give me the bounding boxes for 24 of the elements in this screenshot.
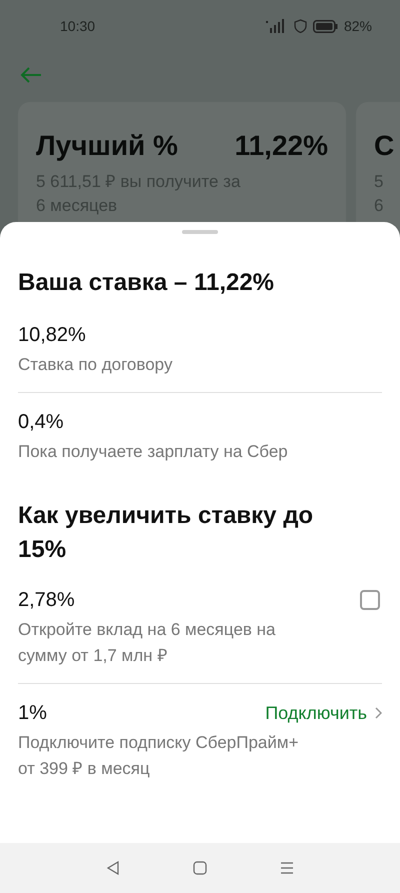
chevron-icon (375, 707, 382, 719)
rate-label: Пока получаете зарплату на Сбер (18, 441, 289, 463)
rate-value: 10,82% (18, 323, 87, 348)
connect-link[interactable]: Подключить (265, 702, 382, 724)
menu-icon[interactable] (280, 861, 294, 875)
clock: 10:30 (60, 18, 96, 34)
battery-icon (312, 20, 338, 32)
card-rate: 11,22% (234, 130, 328, 162)
home-icon[interactable] (192, 861, 207, 875)
option-label: Подключите подписку СберПрайм+ от 399 ₽ в месяц (18, 732, 300, 780)
back-icon[interactable] (106, 861, 120, 875)
checkbox[interactable] (360, 590, 380, 610)
rate-label: Ставка по договору (18, 354, 174, 376)
rate-value: 0,4% (18, 410, 65, 435)
battery-percent: 82% (344, 18, 372, 34)
card-title: Лучший % (36, 130, 178, 162)
sheet-handle[interactable] (182, 230, 218, 234)
card-title: С (374, 130, 394, 162)
shield-icon (294, 19, 307, 33)
sheet-title: Ваша ставка – 11,22% (18, 268, 276, 298)
option-rate: 2,78% (18, 588, 75, 613)
section-title: Как увеличить ставку до 15% (18, 501, 314, 565)
option-label: Откройте вклад на 6 месяцев на сумму от 1,7 млн ₽ (18, 619, 276, 667)
option-rate: 1% (18, 701, 47, 726)
